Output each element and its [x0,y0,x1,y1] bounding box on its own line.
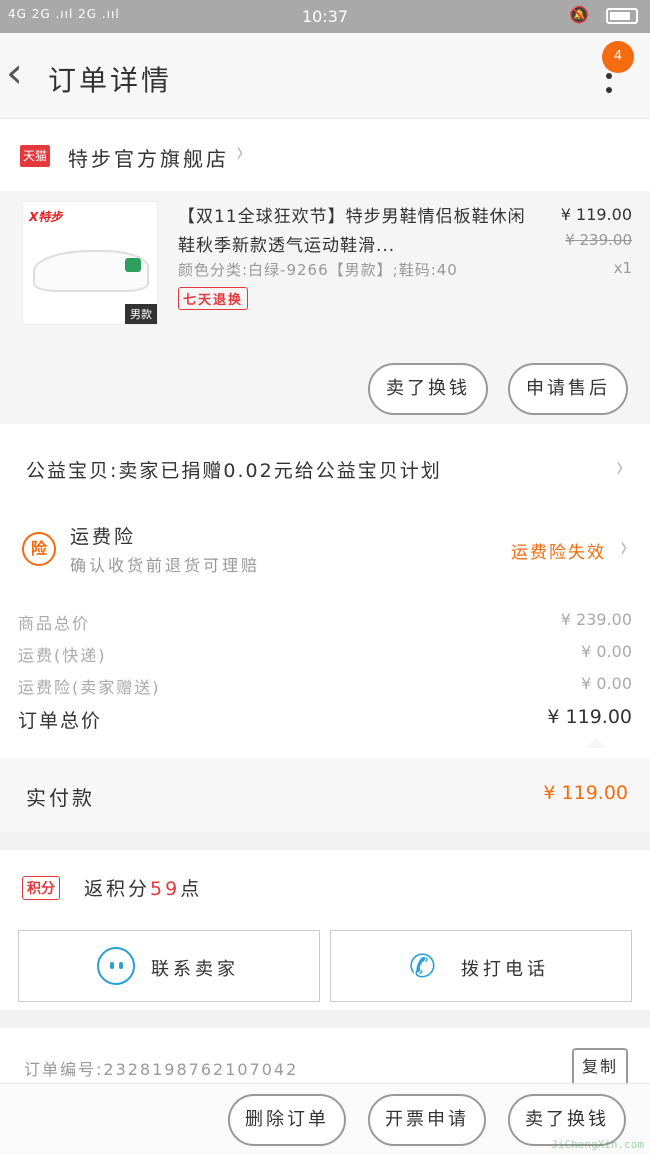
after-sales-button[interactable]: 申请售后 [508,363,628,415]
status-bar: 4G 2G .ııl 2G .ııl 10:37 🔕 [0,0,650,33]
product-price: ¥ 119.00 [560,205,632,224]
summary-row: 运费险(卖家赠送) ¥ 0.00 [18,674,632,704]
summary-row: 运费(快递) ¥ 0.00 [18,642,632,672]
gender-tag: 男款 [125,304,157,324]
chevron-right-icon: › [620,530,628,565]
product-card: X特步 男款 【双11全球狂欢节】特步男鞋情侣板鞋休闲鞋秋季新款透气运动鞋滑..… [0,191,650,423]
phone-icon: ✆ [409,947,440,985]
points-prefix: 返积分 [84,878,151,900]
service-tag: 七天退换 [178,287,249,310]
order-total-value: ¥ 119.00 [547,706,632,728]
points-text: 返积分59点 [84,874,202,901]
order-total-row: 订单总价 ¥ 119.00 [18,706,632,736]
status-time: 10:37 [301,7,349,26]
actual-paid-value: ¥ 119.00 [543,782,628,804]
original-price: ¥ 239.00 [565,231,632,249]
order-total-label: 订单总价 [18,710,103,732]
insurance-status: 运费险失效 [511,543,606,563]
chevron-right-icon: › [236,135,244,170]
actual-paid-label: 实付款 [26,786,95,810]
summary-value: ¥ 0.00 [581,642,632,661]
points-suffix: 点 [180,878,203,900]
resell-button[interactable]: 卖了换钱 [368,363,488,415]
page-title: 订单详情 [48,64,173,97]
summary-label: 商品总价 [18,614,91,633]
watermark: JiChengXin.com [551,1138,644,1151]
mute-bell-icon: 🔕 [568,5,589,24]
charity-row[interactable]: 公益宝贝:卖家已捐赠0.02元给公益宝贝计划 › [0,424,650,512]
product-quantity: x1 [613,259,632,277]
summary-label: 运费险(卖家赠送) [18,678,161,697]
delete-order-button[interactable]: 删除订单 [228,1094,346,1146]
points-section: 积分 返积分59点 联系卖家 ✆ 拨打电话 [0,850,650,1010]
brand-logo: X特步 [29,210,63,224]
tmall-icon: 天猫 [20,145,50,167]
back-chevron-left-icon[interactable]: ‹ [6,52,23,94]
price-summary: 商品总价 ¥ 239.00 运费(快递) ¥ 0.00 运费险(卖家赠送) ¥ … [0,592,650,758]
header: ‹ 订单详情 4 [0,33,650,119]
call-button[interactable]: ✆ 拨打电话 [330,930,632,1002]
contact-seller-label: 联系卖家 [151,959,239,980]
product-title[interactable]: 【双11全球狂欢节】特步男鞋情侣板鞋休闲鞋秋季新款透气运动鞋滑... [178,203,538,261]
shop-name: 特步官方旗舰店 [68,147,229,171]
notification-badge: 4 [602,41,634,73]
chat-icon [97,947,135,985]
copy-button[interactable]: 复制 [572,1048,628,1086]
battery-icon [606,7,638,24]
charity-text: 公益宝贝:卖家已捐赠0.02元给公益宝贝计划 [26,460,442,482]
shoe-image [33,250,149,292]
product-image[interactable]: X特步 男款 [22,201,158,325]
pointer-triangle [586,738,606,748]
bottom-action-bar: 删除订单 开票申请 卖了换钱 JiChengXin.com [0,1083,650,1155]
shipping-insurance-row[interactable]: 险 运费险 确认收货前退货可理赔 运费险失效 › [0,512,650,592]
insurance-icon: 险 [22,532,56,566]
summary-value: ¥ 239.00 [560,610,632,629]
order-number: 订单编号:2328198762107042 [24,1060,299,1079]
status-icons: 🔕 [569,5,638,24]
points-tag: 积分 [22,876,60,900]
insurance-subtitle: 确认收货前退货可理赔 [70,556,261,575]
contact-seller-button[interactable]: 联系卖家 [18,930,320,1002]
actual-paid-row: 实付款 ¥ 119.00 [0,758,650,832]
invoice-request-button[interactable]: 开票申请 [368,1094,486,1146]
points-amount: 59 [150,878,181,900]
insurance-title: 运费险 [70,526,137,548]
shop-row[interactable]: 天猫 特步官方旗舰店 › [0,119,650,191]
chevron-right-icon: › [616,450,624,485]
product-sku: 颜色分类:白绿-9266【男款】;鞋码:40 [178,261,458,279]
summary-label: 运费(快递) [18,646,107,665]
call-label: 拨打电话 [461,959,549,980]
summary-row: 商品总价 ¥ 239.00 [18,610,632,640]
summary-value: ¥ 0.00 [581,674,632,693]
